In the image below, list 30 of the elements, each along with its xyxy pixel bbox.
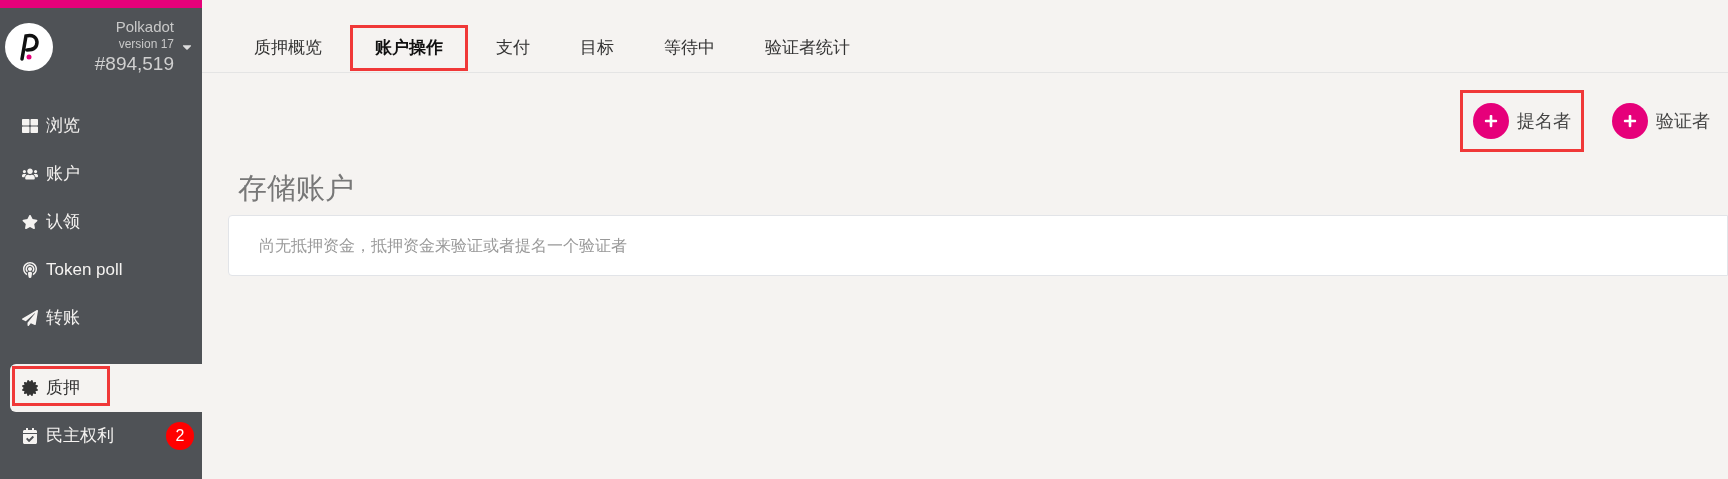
sidebar-item[interactable]: Token poll (10, 246, 202, 294)
sidebar-item[interactable]: 民主权利 2 (10, 412, 202, 460)
users-icon (22, 166, 38, 182)
calendar-icon (22, 428, 38, 444)
send-icon (22, 310, 38, 326)
sidebar-item[interactable]: 转账 (10, 294, 202, 342)
sidebar-item[interactable]: 浏览 (10, 102, 202, 150)
section-title: 存储账户 (238, 174, 355, 203)
chain-name: Polkadot (115, 18, 174, 37)
podcast-icon (22, 262, 38, 278)
sidebar-item[interactable]: 账户 (10, 150, 202, 198)
chain-version: version 17 (118, 37, 174, 52)
star-icon (22, 214, 38, 230)
empty-message: 尚无抵押资金，抵押资金来验证或者提名一个验证者 (259, 235, 627, 256)
tab[interactable]: 目标 (558, 25, 636, 71)
add-button[interactable]: 验证者 (1602, 90, 1720, 152)
grid-icon (22, 118, 38, 134)
notification-badge: 2 (166, 422, 194, 450)
tab[interactable]: 账户操作 (350, 25, 468, 71)
add-button[interactable]: 提名者 (1460, 90, 1584, 152)
logo-icon (5, 23, 53, 71)
plus-icon (1473, 103, 1509, 139)
tab[interactable]: 支付 (474, 25, 552, 71)
tab[interactable]: 验证者统计 (743, 25, 872, 71)
sidebar-item[interactable]: 质押 (10, 364, 202, 412)
block-number: #894,519 (94, 52, 174, 76)
plus-icon (1612, 103, 1648, 139)
tab[interactable]: 等待中 (642, 25, 737, 71)
tab[interactable]: 质押概览 (232, 25, 344, 71)
sidebar-item[interactable]: 认领 (10, 198, 202, 246)
